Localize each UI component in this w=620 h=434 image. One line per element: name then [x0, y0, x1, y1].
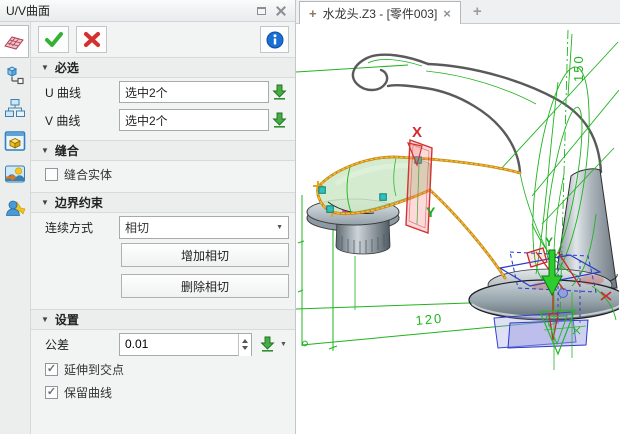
check-icon: [44, 31, 64, 49]
add-tangent-row: 增加相切: [31, 241, 295, 269]
sidebar-item-wireframe[interactable]: [0, 58, 29, 91]
dimension-width-text: 120: [415, 311, 444, 328]
uv-surface-panel: U/V曲面: [0, 0, 296, 434]
u-curves-label: U 曲线: [45, 84, 119, 101]
tolerance-input[interactable]: [120, 334, 238, 355]
extend-row: ✓ 延伸到交点: [31, 358, 295, 381]
section-settings[interactable]: ▼ 设置: [31, 309, 295, 330]
base-axis-label: Y: [545, 235, 553, 249]
ok-button[interactable]: [38, 26, 69, 53]
wireframe-cube-icon: [4, 64, 26, 86]
sidebar-item-solid-view[interactable]: [0, 124, 29, 157]
v-curves-label: V 曲线: [45, 112, 119, 129]
panel-toolbar: [31, 22, 295, 57]
section-settings-title: 设置: [55, 311, 79, 328]
x-icon: [83, 31, 101, 48]
panel-icon-strip: [0, 22, 31, 434]
continuity-row: 连续方式 相切 ▼: [31, 213, 295, 241]
uv-surface-icon: [3, 31, 25, 53]
close-panel-button[interactable]: [273, 4, 289, 18]
faucet-spout-curves: [353, 55, 601, 172]
dimension-height-text: 150: [571, 54, 586, 82]
green-arrow-down-icon: [272, 84, 287, 100]
document-area: + 水龙头.Z3 - [零件003] × +: [296, 0, 620, 434]
tolerance-label: 公差: [45, 336, 119, 353]
green-arrow-down-icon: [272, 112, 287, 128]
v-curves-input[interactable]: [119, 109, 269, 131]
sidebar-item-history-tree[interactable]: [0, 91, 29, 124]
keep-curves-checkbox[interactable]: ✓: [45, 386, 58, 399]
keep-curves-row: ✓ 保留曲线: [31, 381, 295, 404]
float-panel-button[interactable]: [253, 4, 269, 18]
chevron-down-icon: ▼: [276, 224, 283, 231]
zw3d-window: U/V曲面: [0, 0, 620, 434]
collapse-icon: ▼: [41, 198, 49, 207]
continuity-label: 连续方式: [45, 219, 119, 236]
axis-x-label: X: [412, 124, 422, 141]
collapse-icon: ▼: [41, 315, 49, 324]
section-sew[interactable]: ▼ 缝合: [31, 140, 295, 161]
render-image-icon: [4, 163, 26, 185]
document-tabbar: + 水龙头.Z3 - [零件003] × +: [296, 0, 620, 24]
tolerance-pick-button[interactable]: [257, 336, 277, 352]
v-curves-pick-button[interactable]: [269, 112, 289, 128]
sidebar-item-uv-surface[interactable]: [0, 25, 29, 58]
collapse-icon: ▼: [41, 146, 49, 155]
v-curves-row: V 曲线: [31, 106, 295, 134]
panel-titlebar: U/V曲面: [0, 0, 295, 22]
tolerance-options-caret[interactable]: ▼: [280, 341, 287, 348]
u-curves-input[interactable]: [119, 81, 269, 103]
panel-title: U/V曲面: [6, 2, 249, 19]
tab-close-button[interactable]: ×: [443, 6, 451, 21]
green-arrow-down-icon: [260, 336, 275, 352]
spin-up-icon: [242, 339, 248, 343]
info-button[interactable]: [260, 26, 289, 53]
u-curves-pick-button[interactable]: [269, 84, 289, 100]
sew-solid-label: 缝合实体: [64, 166, 112, 183]
keep-curves-label: 保留曲线: [64, 384, 112, 401]
solid-view-icon: [4, 130, 26, 152]
close-icon: [276, 6, 286, 16]
u-curves-row: U 曲线: [31, 78, 295, 106]
sidebar-item-user[interactable]: [0, 190, 29, 223]
section-required[interactable]: ▼ 必选: [31, 57, 295, 78]
extend-checkbox[interactable]: ✓: [45, 363, 58, 376]
tolerance-spinner[interactable]: [238, 334, 251, 356]
section-boundary-title: 边界约束: [55, 194, 103, 211]
info-icon: [266, 31, 284, 49]
extend-label: 延伸到交点: [64, 361, 124, 378]
user-icon: [4, 196, 26, 218]
axis-y-label: Y: [426, 204, 436, 220]
cancel-button[interactable]: [76, 26, 107, 53]
restore-icon: [257, 7, 266, 15]
red-highlight-patch: [580, 275, 604, 285]
sew-solid-row: 缝合实体: [31, 161, 295, 188]
continuity-value: 相切: [125, 219, 149, 236]
uv-surface-form: ▼ 必选 U 曲线 V 曲线: [31, 22, 295, 434]
new-tab-button[interactable]: +: [473, 3, 482, 20]
spin-down-icon: [242, 346, 248, 350]
sidebar-item-render[interactable]: [0, 157, 29, 190]
section-sew-title: 缝合: [55, 142, 79, 159]
tab-title: 水龙头.Z3 - [零件003]: [323, 5, 438, 22]
section-boundary[interactable]: ▼ 边界约束: [31, 192, 295, 213]
tab-faucet-part[interactable]: + 水龙头.Z3 - [零件003] ×: [299, 1, 461, 24]
sew-solid-checkbox[interactable]: [45, 168, 58, 181]
tab-plus-icon: +: [309, 6, 317, 21]
add-tangent-button[interactable]: 增加相切: [121, 243, 289, 267]
continuity-select[interactable]: 相切 ▼: [119, 216, 289, 239]
tolerance-row: 公差 ▼: [31, 330, 295, 358]
faucet-3d-scene: 120: [296, 24, 619, 434]
datum-point: [559, 289, 568, 298]
3d-viewport[interactable]: 120: [296, 24, 620, 434]
section-required-title: 必选: [55, 59, 79, 76]
remove-tangent-row: 删除相切: [31, 272, 295, 300]
collapse-icon: ▼: [41, 63, 49, 72]
history-tree-icon: [4, 97, 26, 119]
remove-tangent-button[interactable]: 删除相切: [121, 274, 289, 298]
